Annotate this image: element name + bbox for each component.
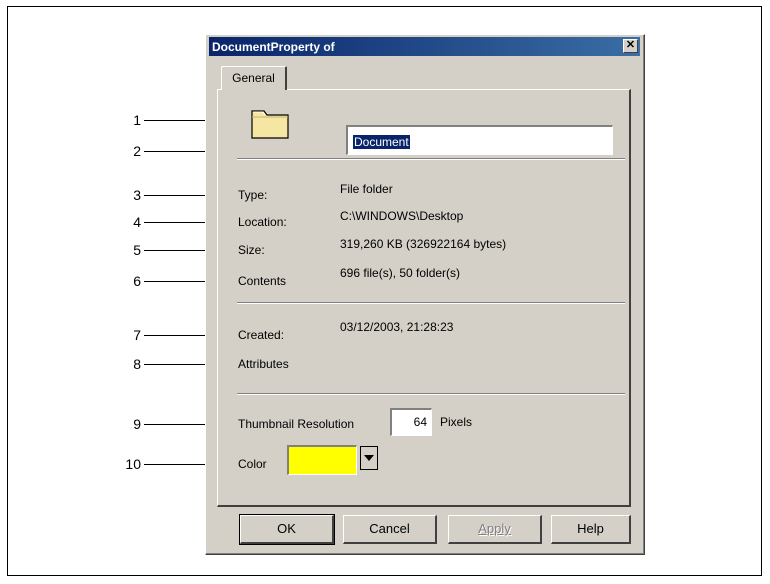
callout-6: 6 xyxy=(133,273,141,289)
callout-9: 9 xyxy=(133,416,141,432)
ok-button[interactable]: OK xyxy=(239,514,335,545)
callout-2: 2 xyxy=(133,143,141,159)
type-value: File folder xyxy=(340,182,393,196)
callout-8: 8 xyxy=(133,356,141,372)
dropdown-arrow-icon xyxy=(364,455,374,461)
help-button[interactable]: Help xyxy=(551,515,631,544)
name-field-value: Document xyxy=(353,135,410,149)
tab-general[interactable]: General xyxy=(221,66,287,90)
dialog-title: DocumentProperty of xyxy=(212,40,335,54)
name-field[interactable]: Document xyxy=(346,125,613,155)
callout-10: 10 xyxy=(125,456,141,472)
thumbnail-resolution-label: Thumbnail Resolution xyxy=(238,417,355,431)
callout-5: 5 xyxy=(133,242,141,258)
attributes-label: Attributes xyxy=(238,357,289,371)
folder-icon xyxy=(251,106,289,140)
close-icon: ✕ xyxy=(625,39,636,51)
title-bar[interactable]: DocumentProperty of ✕ xyxy=(209,37,640,56)
separator-3 xyxy=(237,393,625,395)
contents-value: 696 file(s), 50 folder(s) xyxy=(340,266,461,280)
callout-1: 1 xyxy=(133,112,141,128)
apply-button[interactable]: Apply xyxy=(448,515,542,544)
color-label: Color xyxy=(238,457,267,471)
callout-7: 7 xyxy=(133,327,141,343)
location-value: C:\WINDOWS\Desktop xyxy=(340,209,464,223)
created-value: 03/12/2003, 21:28:23 xyxy=(340,320,454,334)
close-button[interactable]: ✕ xyxy=(623,39,638,53)
size-value: 319,260 KB (326922164 bytes) xyxy=(340,237,507,251)
thumbnail-unit-label: Pixels xyxy=(440,415,473,429)
cancel-button[interactable]: Cancel xyxy=(343,515,437,544)
callout-3: 3 xyxy=(133,187,141,203)
color-dropdown-button[interactable] xyxy=(360,446,378,470)
thumbnail-resolution-input[interactable]: 64 xyxy=(390,408,432,436)
color-swatch[interactable] xyxy=(287,445,357,475)
separator-1 xyxy=(237,158,625,160)
contents-label: Contents xyxy=(238,274,287,288)
type-label: Type: xyxy=(238,188,268,202)
separator-2 xyxy=(237,302,625,304)
location-label: Location: xyxy=(238,215,287,229)
callout-4: 4 xyxy=(133,214,141,230)
size-label: Size: xyxy=(238,243,265,257)
created-label: Created: xyxy=(238,328,285,342)
